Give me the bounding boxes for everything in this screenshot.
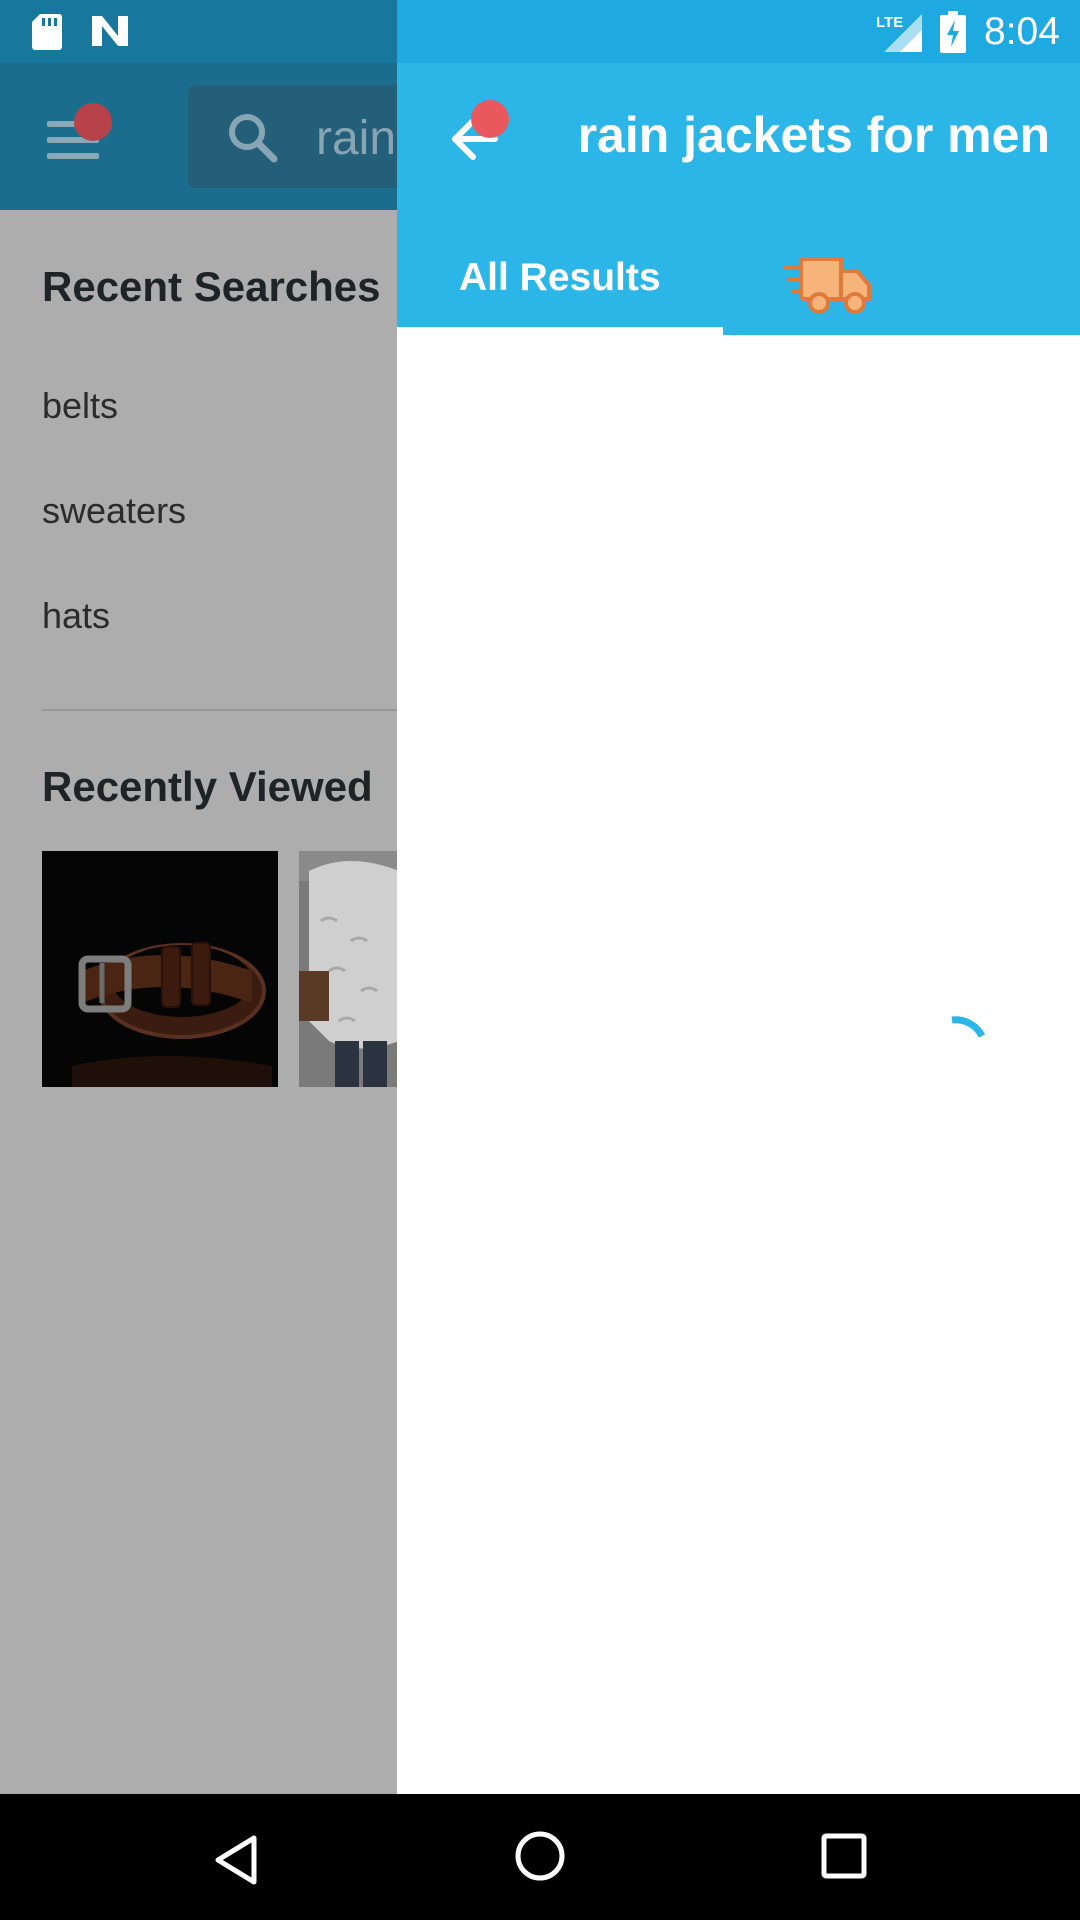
- status-bar-right: [397, 0, 1080, 63]
- fast-shipping-truck-icon: [783, 257, 871, 314]
- tab-all-results-label: All Results: [459, 256, 661, 299]
- search-input[interactable]: rain: [188, 85, 397, 188]
- loading-spinner: [951, 1016, 986, 1038]
- lte-signal-icon: LTE: [876, 14, 922, 52]
- background-app-bar: rain: [0, 63, 397, 210]
- selected-tab-indicator: [397, 327, 723, 335]
- lte-label: LTE: [876, 14, 903, 31]
- back-triangle-icon[interactable]: [212, 1834, 260, 1886]
- notification-badge: [471, 100, 509, 138]
- recent-searches-heading: Recent Searches: [42, 263, 381, 310]
- recent-search-item[interactable]: belts: [42, 385, 118, 427]
- notification-badge: [74, 103, 112, 141]
- status-bar: LTE 8:04: [0, 0, 1080, 63]
- section-divider: [42, 709, 397, 711]
- search-query-title: rain jackets for men: [577, 107, 1050, 163]
- n-notification-icon: [92, 16, 128, 46]
- battery-charging-icon: [940, 11, 966, 53]
- recent-search-item[interactable]: hats: [42, 595, 110, 637]
- search-results-panel: rain jackets for men All Results: [397, 63, 1080, 1794]
- search-icon: [229, 114, 278, 163]
- sweater-illustration: [299, 851, 397, 1087]
- system-nav-bar: [0, 1794, 1080, 1920]
- belt-product-image[interactable]: [42, 851, 278, 1087]
- belt-illustration: [42, 851, 278, 1087]
- background-search-screen: rain Recent Searches belts sweaters hats…: [0, 63, 397, 1794]
- home-circle-icon[interactable]: [514, 1830, 566, 1882]
- search-input-value: rain: [316, 112, 397, 165]
- recent-search-item[interactable]: sweaters: [42, 490, 186, 532]
- recently-viewed-heading: Recently Viewed: [42, 763, 373, 810]
- tab-fast-shipping[interactable]: [723, 243, 923, 335]
- recents-square-icon[interactable]: [820, 1832, 868, 1880]
- results-app-bar: rain jackets for men All Results: [397, 63, 1080, 335]
- sweater-product-image[interactable]: [299, 851, 397, 1087]
- status-time: 8:04: [984, 10, 1060, 53]
- sd-card-icon: [32, 14, 62, 50]
- tab-all-results[interactable]: All Results: [397, 253, 723, 335]
